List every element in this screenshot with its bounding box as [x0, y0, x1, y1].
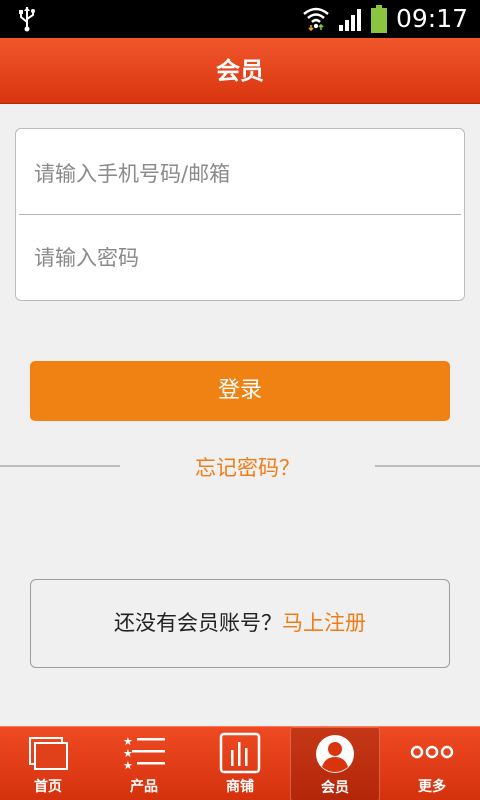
page-title: 会员: [216, 57, 264, 85]
bottom-nav: 首页 ★ ★ ★ 产品 商铺 会员 更多: [0, 726, 480, 800]
field-divider: [19, 214, 461, 215]
battery-icon: [371, 5, 387, 33]
nav-item-member[interactable]: 会员: [290, 727, 380, 800]
register-prompt: 还没有会员账号？: [114, 611, 282, 635]
clock-time: 09:17: [396, 4, 469, 33]
home-icon: [29, 737, 68, 770]
member-icon: [316, 735, 354, 773]
nav-item-home[interactable]: 首页: [0, 727, 96, 800]
page-header: 会员: [0, 38, 480, 104]
wifi-icon: [303, 7, 329, 31]
product-list-icon: ★ ★ ★: [123, 735, 165, 772]
shop-icon: [219, 732, 261, 774]
signal-icon: [339, 9, 361, 31]
forgot-password-link[interactable]: 忘记密码？: [120, 452, 375, 482]
nav-item-shop[interactable]: 商铺: [192, 727, 288, 800]
divider-right: [375, 465, 480, 467]
nav-label-shop: 商铺: [226, 779, 254, 795]
status-bar: 09:17: [0, 0, 480, 38]
phone-email-input[interactable]: [34, 144, 454, 204]
password-input[interactable]: [34, 228, 454, 288]
usb-icon: [19, 7, 35, 32]
svg-text:★: ★: [123, 759, 133, 772]
nav-label-more: 更多: [418, 779, 446, 795]
nav-label-products: 产品: [130, 779, 158, 795]
nav-label-home: 首页: [34, 779, 62, 795]
login-button[interactable]: 登录: [30, 361, 450, 421]
nav-label-member: 会员: [321, 780, 349, 796]
divider-left: [0, 465, 120, 467]
register-link[interactable]: 马上注册: [282, 611, 366, 635]
more-icon: [410, 745, 454, 759]
register-box: 还没有会员账号？马上注册: [30, 579, 450, 668]
login-form: [15, 128, 465, 301]
nav-item-more[interactable]: 更多: [384, 727, 480, 800]
nav-item-products[interactable]: ★ ★ ★ 产品: [96, 727, 192, 800]
